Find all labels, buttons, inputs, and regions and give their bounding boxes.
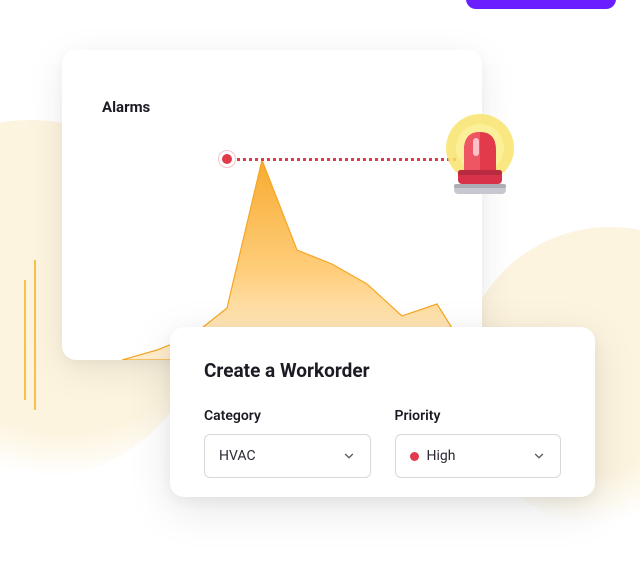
decorative-stripe <box>24 280 26 400</box>
priority-selected-text: High <box>427 448 456 464</box>
workorder-title: Create a Workorder <box>204 359 561 382</box>
alarms-title: Alarms <box>102 98 446 116</box>
priority-dot-icon <box>410 452 419 461</box>
priority-field: Priority High <box>395 408 562 478</box>
priority-label: Priority <box>395 408 562 424</box>
category-selected-value: HVAC <box>219 448 256 464</box>
priority-select[interactable]: High <box>395 434 562 478</box>
workorder-fields-row: Category HVAC Priority High <box>204 408 561 478</box>
chevron-down-icon <box>342 449 356 463</box>
category-field: Category HVAC <box>204 408 371 478</box>
alarms-card: Alarms <box>62 50 482 360</box>
category-label: Category <box>204 408 371 424</box>
priority-selected-value: High <box>410 448 456 464</box>
create-workorder-card: Create a Workorder Category HVAC Priorit… <box>170 327 595 497</box>
alarm-siren-icon <box>440 108 520 198</box>
decorative-stripe <box>34 260 36 410</box>
category-select[interactable]: HVAC <box>204 434 371 478</box>
cta-button-fragment[interactable] <box>466 0 616 9</box>
alarm-peak-marker <box>219 151 235 167</box>
chevron-down-icon <box>532 449 546 463</box>
